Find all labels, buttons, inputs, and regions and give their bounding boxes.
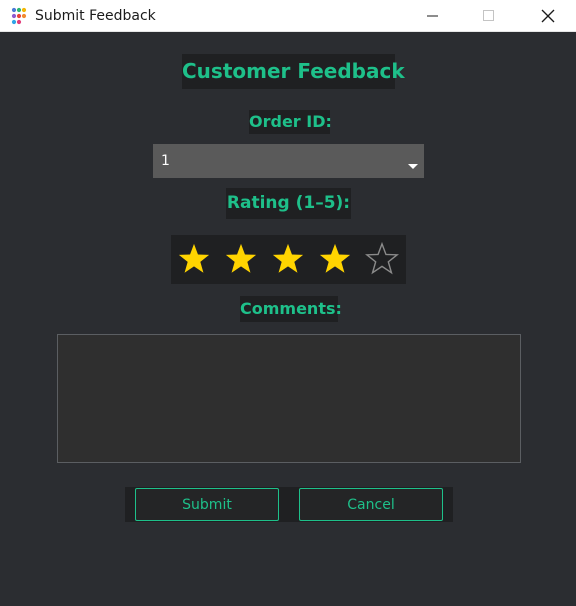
minimize-button[interactable] [410,0,456,32]
page-title: Customer Feedback [182,54,405,89]
order-id-selected-value: 1 [161,153,170,169]
app-dots-icon [11,7,27,25]
rating-label: Rating (1–5): [226,188,351,219]
window-title: Submit Feedback [35,8,156,24]
order-id-select[interactable]: 1 [153,144,424,178]
close-icon [541,9,555,23]
star-filled-icon[interactable] [270,241,306,277]
form-content: Customer Feedback Order ID: 1 Rating (1–… [0,33,576,606]
comments-label: Comments: [240,296,342,322]
comments-textarea[interactable] [57,334,521,463]
minimize-icon [427,15,438,17]
maximize-icon [483,10,494,21]
star-rating [171,235,406,284]
close-button[interactable] [525,0,571,32]
button-bar: Submit Cancel [125,487,453,522]
star-filled-icon[interactable] [317,241,353,277]
feedback-window: Submit Feedback Customer Feedback Order … [0,0,576,606]
order-id-label: Order ID: [249,110,332,134]
cancel-button[interactable]: Cancel [299,488,443,521]
chevron-down-icon [408,164,418,169]
title-bar: Submit Feedback [0,0,576,32]
star-filled-icon[interactable] [176,241,212,277]
star-empty-icon[interactable] [364,241,400,277]
maximize-button[interactable] [466,0,512,32]
star-filled-icon[interactable] [223,241,259,277]
submit-button[interactable]: Submit [135,488,279,521]
